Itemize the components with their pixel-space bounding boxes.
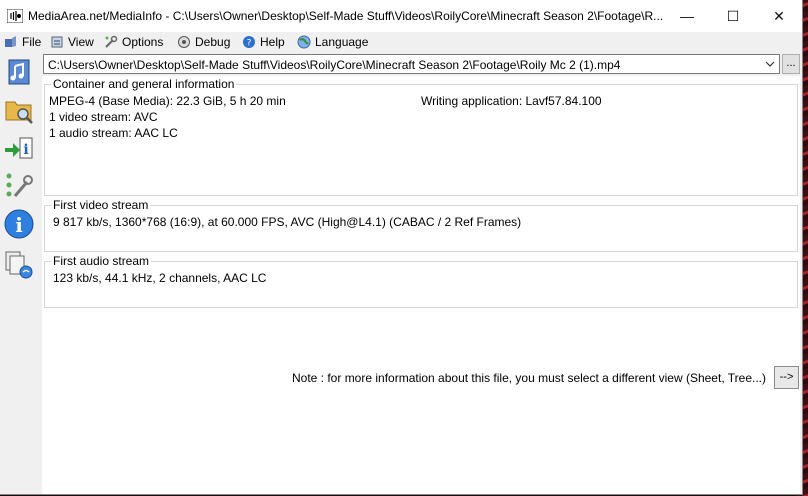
audio-stream-group: First audio stream 123 kb/s, 44.1 kHz, 2… <box>44 254 798 308</box>
browse-button[interactable]: ... <box>782 54 800 74</box>
preferences-icon[interactable] <box>3 170 35 202</box>
svg-text:i: i <box>15 213 23 237</box>
menu-view-label: View <box>68 35 94 49</box>
help-menu-icon: ? <box>243 36 255 49</box>
close-button[interactable]: ✕ <box>756 0 802 32</box>
writing-application: Writing application: Lavf57.84.100 <box>421 94 602 108</box>
menu-debug[interactable]: Debug <box>177 34 230 50</box>
video-stream-title: First video stream <box>51 198 151 212</box>
menu-language[interactable]: Language <box>297 34 368 50</box>
audio-stream-title: First audio stream <box>51 254 152 268</box>
general-info-title: Container and general information <box>51 77 237 91</box>
change-view-button[interactable]: --> <box>774 366 799 389</box>
globe-icon <box>297 35 311 49</box>
open-file-icon[interactable] <box>3 56 35 88</box>
general-info-group: Container and general information MPEG-4… <box>44 77 798 196</box>
menu-bar: File View Options Debug ? Help Language <box>0 32 802 52</box>
audio-stream-details: 123 kb/s, 44.1 kHz, 2 channels, AAC LC <box>53 271 267 285</box>
file-menu-icon <box>5 36 16 47</box>
easy-view-panel: Container and general information MPEG-4… <box>42 76 800 494</box>
title-bar[interactable]: MediaArea.net/MediaInfo - C:\Users\Owner… <box>0 0 802 32</box>
menu-help-label: Help <box>260 35 285 49</box>
video-stream-group: First video stream 9 817 kb/s, 1360*768 … <box>44 198 798 252</box>
menu-file[interactable]: File <box>4 34 41 50</box>
video-stream-details: 9 817 kb/s, 1360*768 (16:9), at 60.000 F… <box>53 215 522 229</box>
menu-file-label: File <box>22 35 42 49</box>
knowledge-base-icon[interactable] <box>3 248 35 280</box>
mediainfo-app-icon <box>7 9 23 23</box>
minimize-button[interactable]: — <box>664 0 710 32</box>
menu-options[interactable]: Options <box>104 34 163 50</box>
svg-text:i: i <box>23 142 28 158</box>
view-menu-icon <box>51 36 63 48</box>
menu-help[interactable]: ? Help <box>242 34 285 50</box>
debug-menu-icon <box>178 36 190 48</box>
file-select-value: C:\Users\Owner\Desktop\Self-Made Stuff\V… <box>48 58 621 72</box>
general-format: MPEG-4 (Base Media): 22.3 GiB, 5 h 20 mi… <box>49 94 286 108</box>
export-icon[interactable]: i <box>3 132 35 164</box>
menu-debug-label: Debug <box>195 35 231 49</box>
view-note: Note : for more information about this f… <box>292 371 766 385</box>
window-title: MediaArea.net/MediaInfo - C:\Users\Owner… <box>28 9 664 23</box>
file-select-combobox[interactable]: C:\Users\Owner\Desktop\Self-Made Stuff\V… <box>43 54 780 74</box>
menu-view[interactable]: View <box>50 34 94 50</box>
menu-language-label: Language <box>315 35 369 49</box>
mediainfo-window: MediaArea.net/MediaInfo - C:\Users\Owner… <box>0 0 803 495</box>
audio-stream-count: 1 audio stream: AAC LC <box>49 126 178 140</box>
maximize-button[interactable]: ☐ <box>710 0 756 32</box>
options-menu-icon <box>105 35 118 48</box>
chevron-down-icon[interactable] <box>765 58 775 70</box>
about-icon[interactable]: i <box>3 208 35 240</box>
open-folder-icon[interactable] <box>3 94 35 126</box>
toolbar-sidebar: i i <box>0 52 42 494</box>
menu-options-label: Options <box>122 35 164 49</box>
video-stream-count: 1 video stream: AVC <box>49 110 158 124</box>
svg-text:?: ? <box>247 39 252 49</box>
